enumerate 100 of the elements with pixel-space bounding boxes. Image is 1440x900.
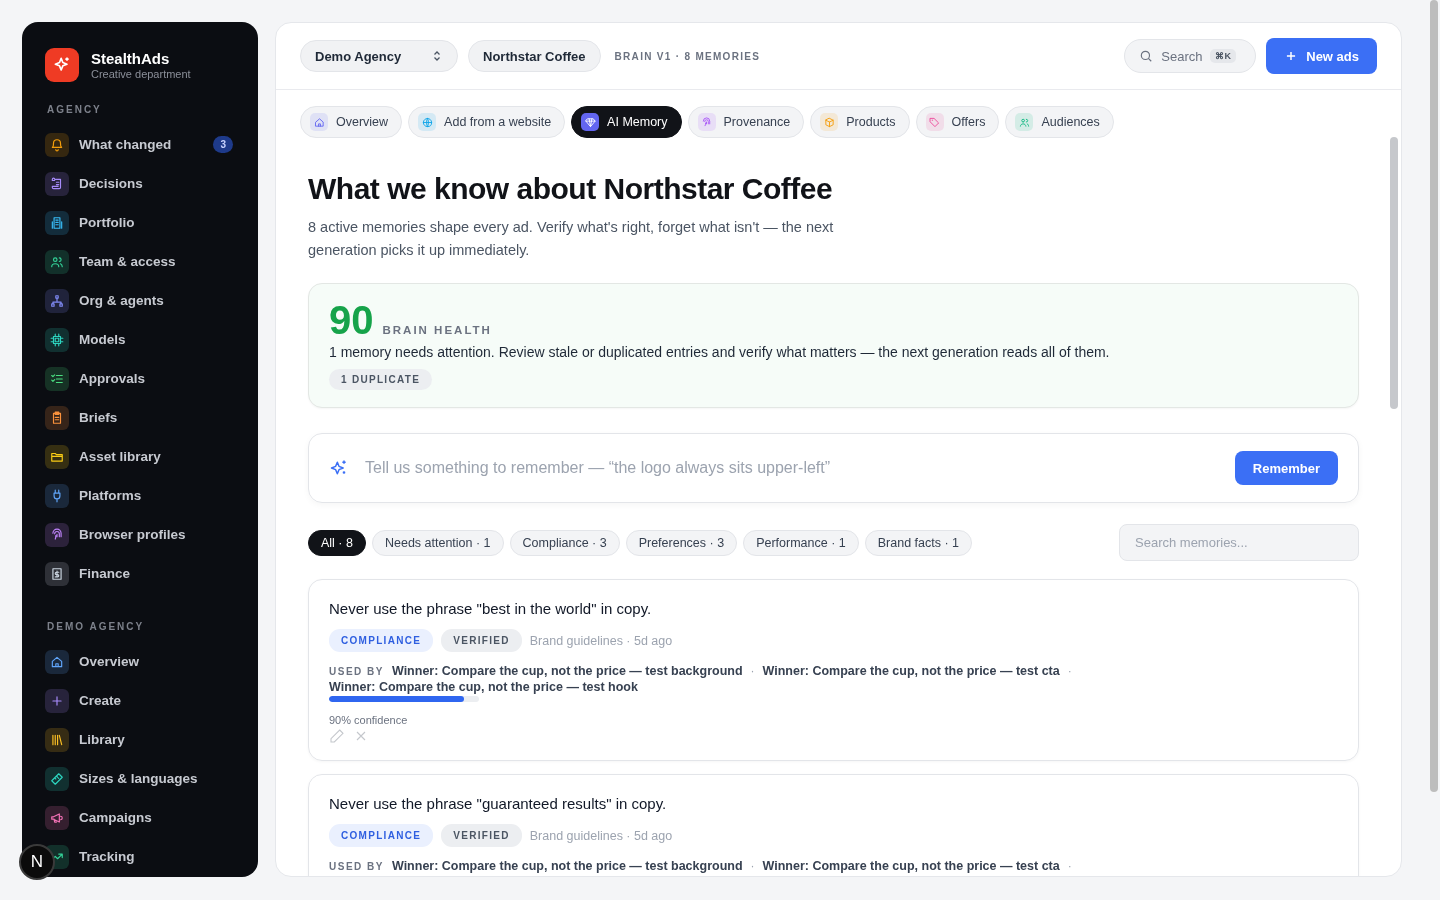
filter-chip[interactable]: Performance · 1 <box>743 529 859 556</box>
tab[interactable]: Audiences <box>1005 106 1114 138</box>
used-by-item: Winner: Compare the cup, not the price — test cta <box>762 664 1060 678</box>
sidebar-item[interactable]: Team & access <box>45 242 235 281</box>
tab[interactable]: Provenance <box>687 106 805 138</box>
separator-dot: · <box>750 664 755 678</box>
box-icon <box>823 116 835 128</box>
sidebar-item[interactable]: Asset library <box>45 437 235 476</box>
sidebar-item[interactable]: Browser profiles <box>45 515 235 554</box>
used-by-item: Winner: Compare the cup, not the price — test hook <box>329 680 638 694</box>
used-by-label: USED BY <box>329 860 384 872</box>
new-ads-button[interactable]: New ads <box>1266 38 1377 74</box>
sidebar-item[interactable]: Sizes & languages <box>45 759 235 798</box>
scroll-icon <box>50 176 64 191</box>
pencil-icon[interactable] <box>329 728 345 744</box>
status-tag: VERIFIED <box>441 629 522 652</box>
chip-icon <box>50 332 64 347</box>
sparkle-icon <box>329 458 349 478</box>
remember-field[interactable]: Tell us something to remember — “the logo always sits upper-left” Remember <box>308 433 1359 503</box>
sidebar-item[interactable]: Finance <box>45 554 235 593</box>
tab[interactable]: AI Memory <box>571 106 682 138</box>
plus-icon <box>50 693 64 708</box>
page-title: What we know about Northstar Coffee <box>308 172 834 206</box>
shortcut-hint: ⌘K <box>1210 49 1236 63</box>
filter-chip[interactable]: Preferences · 3 <box>625 529 738 556</box>
sidebar-item[interactable]: Org & agents <box>45 281 235 320</box>
status-tag: VERIFIED <box>441 824 522 847</box>
health-label: BRAIN HEALTH <box>382 324 492 336</box>
ruler-icon <box>50 771 64 786</box>
health-message: 1 memory needs attention. Review stale or duplicated entries and verify what matters — the next generation reads all of them. <box>329 344 1111 360</box>
globe-icon <box>421 116 433 128</box>
workspace-dropdown[interactable]: Demo Agency <box>300 40 458 72</box>
checklist-icon <box>50 371 64 386</box>
used-by-item: Winner: Compare the cup, not the price — test background <box>391 664 743 678</box>
count-badge: 3 <box>213 136 233 153</box>
clipboard-icon <box>50 410 64 425</box>
users-icon <box>1018 116 1030 128</box>
fingerprint-icon <box>50 527 64 542</box>
separator-dot: · <box>750 859 755 873</box>
sidebar-item[interactable]: Decisions <box>45 164 235 203</box>
sidebar-item[interactable]: What changed 3 <box>45 125 235 164</box>
sidebar-item[interactable]: Create <box>45 681 235 720</box>
house-icon <box>313 116 325 128</box>
separator-dot: · <box>1067 664 1072 678</box>
books-icon <box>50 732 64 747</box>
sidebar-item[interactable]: Platforms <box>45 476 235 515</box>
memory-search-field[interactable]: Search memories... <box>1119 524 1359 561</box>
chevrons-icon <box>431 50 443 62</box>
filter-chip[interactable]: Needs attention · 1 <box>371 529 504 556</box>
page-scrollbar-thumb[interactable] <box>1430 0 1438 792</box>
search-icon <box>1139 49 1154 63</box>
tag-icon <box>929 116 941 128</box>
memory-source: Brand guidelines · 5d ago <box>529 828 673 843</box>
sidebar-item[interactable]: Overview <box>45 642 235 681</box>
memory-text: Never use the phrase "best in the world" in copy. <box>329 600 653 617</box>
used-by-label: USED BY <box>329 665 384 677</box>
confidence-label: 90% confidence <box>329 714 409 726</box>
tab[interactable]: Overview <box>300 106 403 138</box>
sidebar-item[interactable]: Portfolio <box>45 203 235 242</box>
category-tag: COMPLIANCE <box>329 629 434 652</box>
brand-subtitle: Creative department <box>91 68 191 80</box>
sidebar-item[interactable]: Library <box>45 720 235 759</box>
gem-icon <box>584 116 596 128</box>
used-by-item: Winner: Compare the cup, not the price — test cta <box>762 859 1060 873</box>
tab[interactable]: Products <box>810 106 910 138</box>
category-tag: COMPLIANCE <box>329 824 434 847</box>
filter-chip[interactable]: Brand facts · 1 <box>864 529 973 556</box>
section-label: AGENCY <box>47 104 103 115</box>
dev-tools-overlay[interactable]: N <box>19 844 55 880</box>
separator-dot: · <box>1067 859 1072 873</box>
memory-source: Brand guidelines · 5d ago <box>529 633 673 648</box>
users-icon <box>50 254 64 269</box>
sparkle-logo-icon <box>45 48 79 82</box>
page-subtitle: 8 active memories shape every ad. Verify what's right, forget what isn't — the next generation picks it up immediately. <box>308 218 835 260</box>
sidebar-item[interactable]: Briefs <box>45 398 235 437</box>
house-icon <box>50 654 64 669</box>
fingerprint-icon <box>701 116 713 128</box>
sidebar-item[interactable]: Campaigns <box>45 798 235 837</box>
brain-meta: BRAIN V1 · 8 MEMORIES <box>614 50 761 62</box>
issue-tag: 1 DUPLICATE <box>329 369 433 390</box>
remember-button[interactable]: Remember <box>1234 451 1338 485</box>
used-by-item: Winner: Compare the cup, not the price — test background <box>391 859 743 873</box>
sidebar-item[interactable]: Models <box>45 320 235 359</box>
plug-icon <box>50 488 64 503</box>
client-pill[interactable]: Northstar Coffee <box>468 40 601 72</box>
receipt-icon <box>50 566 64 581</box>
bell-icon <box>50 137 64 152</box>
sidebar-item[interactable]: Approvals <box>45 359 235 398</box>
brand-name: StealthAds <box>91 50 171 67</box>
building-icon <box>50 215 64 230</box>
megaphone-icon <box>50 810 64 825</box>
scrollbar-thumb[interactable] <box>1390 137 1398 409</box>
tab[interactable]: Add from a website <box>408 106 566 138</box>
filter-chip[interactable]: All · 8 <box>308 529 366 556</box>
hierarchy-icon <box>50 293 64 308</box>
tab[interactable]: Offers <box>915 106 1000 138</box>
search-button[interactable]: Search ⌘K <box>1124 39 1257 73</box>
filter-chip[interactable]: Compliance · 3 <box>509 529 620 556</box>
section-label: DEMO AGENCY <box>47 621 146 632</box>
health-score: 90 <box>329 300 374 340</box>
